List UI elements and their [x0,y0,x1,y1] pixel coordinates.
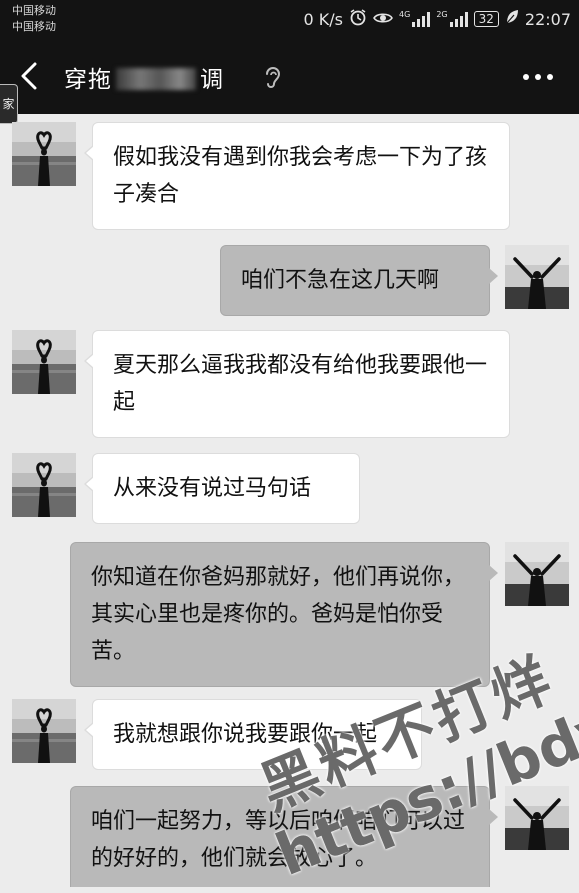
carrier-label-1: 中国移动 [12,4,56,17]
contact-avatar[interactable] [12,330,76,394]
back-arrow-icon[interactable] [18,62,42,90]
signal-icon-sim1: 4G [399,10,431,27]
chat-header: 家 穿拖调 [0,38,579,124]
leaf-icon [505,9,519,29]
my-avatar[interactable] [505,542,569,606]
eye-icon [373,10,393,29]
message-bubble-incoming[interactable]: 假如我没有遇到你我会考虑一下为了孩子凑合 [84,122,510,230]
status-bar: 中国移动 中国移动 0 K/s 4G 2G 32 22:07 [0,0,579,38]
more-options-icon[interactable] [523,74,553,80]
chat-message-list[interactable]: 假如我没有遇到你我会考虑一下为了孩子凑合 咱们不急在这几天啊 夏天那么逼我我都没… [0,114,579,887]
alarm-icon [349,8,367,30]
message-bubble-incoming[interactable]: 从来没有说过马句话 [84,453,360,524]
message-bubble-outgoing[interactable]: 咱们一起努力，等以后咱们咱们可以过的好好的，他们就会放心了。 [70,786,498,887]
message-bubble-incoming[interactable]: 夏天那么逼我我都没有给他我要跟他一起 [84,330,510,438]
battery-icon: 32 [473,11,499,27]
my-avatar[interactable] [505,245,569,309]
message-bubble-incoming[interactable]: 我就想跟你说我要跟你一起 [84,699,422,770]
message-bubble-outgoing[interactable]: 你知道在你爸妈那就好，他们再说你，其实心里也是疼你的。爸妈是怕你受苦。 [70,542,498,687]
message-bubble-outgoing[interactable]: 咱们不急在这几天啊 [220,245,498,316]
contact-avatar[interactable] [12,699,76,763]
signal-icon-sim2: 2G [436,10,468,27]
carrier-label-2: 中国移动 [12,20,56,33]
status-icons: 0 K/s 4G 2G 32 22:07 [304,8,571,30]
contact-avatar[interactable] [12,453,76,517]
contact-name: 穿拖 调 [64,60,224,94]
ear-icon [262,64,282,90]
net-speed: 0 K/s [303,9,344,29]
contact-avatar[interactable] [12,122,76,186]
clock-time: 22:07 [524,9,571,29]
sim2-type: 2G [436,10,448,19]
censored-name-blur [116,68,196,90]
sim1-type: 4G [399,10,411,19]
contact-name-start: 穿拖 [64,67,112,93]
my-avatar[interactable] [505,786,569,850]
contact-name-end: 调 [200,67,224,93]
